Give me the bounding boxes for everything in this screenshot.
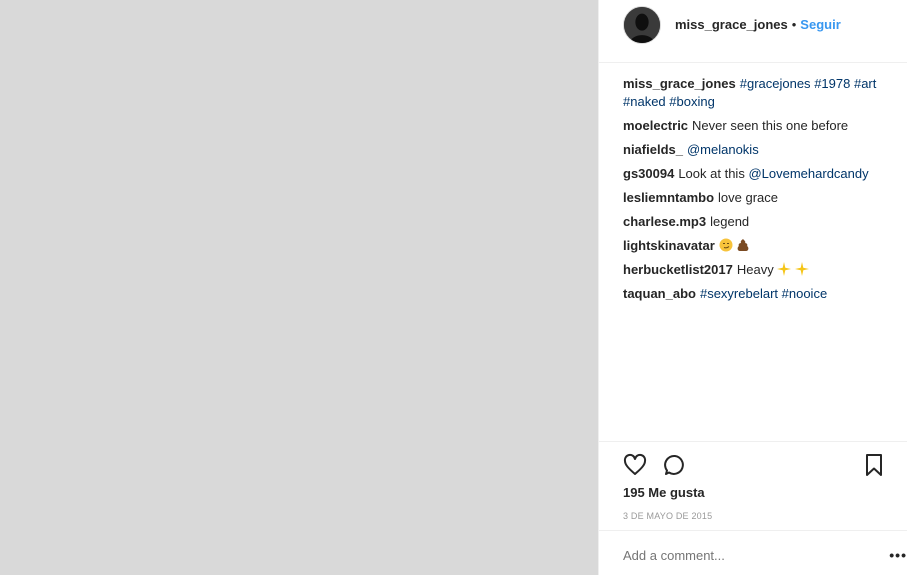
sparkles-icon bbox=[794, 262, 809, 277]
hashtag-link[interactable]: #naked bbox=[623, 94, 666, 109]
comment-item: herbucketlist2017 Heavy bbox=[623, 261, 898, 279]
caption: miss_grace_jones #gracejones #1978 #art #… bbox=[623, 75, 898, 111]
comment-username[interactable]: moelectric bbox=[623, 118, 688, 133]
comment-text: love grace bbox=[718, 190, 779, 205]
comment-item: lesliemntambo love grace bbox=[623, 189, 898, 207]
comments-list: miss_grace_jones #gracejones #1978 #art #… bbox=[623, 75, 898, 309]
header-divider bbox=[599, 62, 907, 63]
avatar[interactable] bbox=[623, 5, 661, 44]
hashtag-link[interactable]: #gracejones bbox=[740, 76, 811, 91]
hashtag-link[interactable]: #art bbox=[854, 76, 876, 91]
add-comment-input[interactable] bbox=[623, 548, 863, 563]
comment-text: Never seen this one before bbox=[692, 118, 849, 133]
comment-icon[interactable] bbox=[663, 453, 687, 477]
header-username[interactable]: miss_grace_jones bbox=[675, 17, 788, 32]
comment-text: legend bbox=[710, 214, 750, 229]
comment-text: Heavy bbox=[736, 262, 774, 277]
comment-item: gs30094 Look at this @Lovemehardcandy bbox=[623, 165, 898, 183]
hashtag-link[interactable]: #nooice bbox=[782, 286, 828, 301]
action-bar bbox=[623, 452, 907, 478]
comment-text: Look at this bbox=[678, 166, 745, 181]
avatar-silhouette-icon bbox=[624, 6, 660, 43]
comment-username[interactable]: lesliemntambo bbox=[623, 190, 714, 205]
post-photo[interactable] bbox=[0, 0, 598, 575]
follow-button[interactable]: Seguir bbox=[800, 17, 840, 32]
hashtag-link[interactable]: #sexyrebelart bbox=[700, 286, 778, 301]
mention-link[interactable]: @melanokis bbox=[687, 142, 759, 157]
comment-item: moelectric Never seen this one before bbox=[623, 117, 898, 135]
heart-icon[interactable] bbox=[623, 453, 647, 477]
actions-divider bbox=[599, 441, 907, 442]
mention-link[interactable]: @Lovemehardcandy bbox=[748, 166, 868, 181]
smirk-icon bbox=[719, 238, 733, 253]
header-separator: • bbox=[791, 17, 797, 32]
more-options-button[interactable]: ••• bbox=[889, 547, 907, 563]
post-sidebar: miss_grace_jones • Seguir miss_grace_jon… bbox=[598, 0, 907, 575]
caption-username[interactable]: miss_grace_jones bbox=[623, 76, 736, 91]
comment-divider bbox=[599, 530, 907, 531]
comment-username[interactable]: niafields_ bbox=[623, 142, 683, 157]
comment-username[interactable]: lightskinavatar bbox=[623, 238, 715, 253]
post-date: 3 DE MAYO DE 2015 bbox=[623, 511, 713, 521]
post-header: miss_grace_jones • Seguir bbox=[599, 0, 907, 46]
comment-username[interactable]: taquan_abo bbox=[623, 286, 696, 301]
poop-icon bbox=[736, 238, 750, 253]
comment-item: charlese.mp3 legend bbox=[623, 213, 898, 231]
likes-count[interactable]: 195 Me gusta bbox=[623, 485, 705, 500]
comment-item: taquan_abo #sexyrebelart #nooice bbox=[623, 285, 898, 303]
comment-username[interactable]: gs30094 bbox=[623, 166, 674, 181]
comment-username[interactable]: charlese.mp3 bbox=[623, 214, 706, 229]
comment-item: lightskinavatar bbox=[623, 237, 898, 255]
instagram-post: miss_grace_jones • Seguir miss_grace_jon… bbox=[0, 0, 907, 575]
comment-username[interactable]: herbucketlist2017 bbox=[623, 262, 733, 277]
hashtag-link[interactable]: #boxing bbox=[669, 94, 715, 109]
sparkles-icon bbox=[777, 262, 792, 277]
hashtag-link[interactable]: #1978 bbox=[814, 76, 850, 91]
comment-item: niafields_ @melanokis bbox=[623, 141, 898, 159]
bookmark-icon[interactable] bbox=[862, 453, 886, 477]
